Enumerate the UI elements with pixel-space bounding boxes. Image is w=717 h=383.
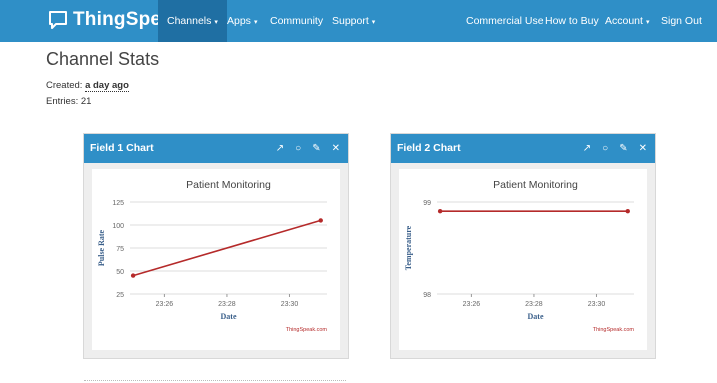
field-1-panel: Field 1 Chart ↗ ○ ✎ ✕ Patient Monitoring… (83, 133, 349, 359)
field-2-panel-title: Field 2 Chart (397, 142, 461, 154)
chevron-down-icon: ▾ (371, 19, 376, 26)
y-tick-label: 75 (116, 246, 124, 253)
y-tick-label: 125 (112, 200, 124, 207)
y-tick-label: 25 (116, 292, 124, 299)
x-tick-label: 23:26 (156, 301, 174, 308)
nav-channels-label: Channels (167, 15, 212, 27)
nav-commercial-use[interactable]: Commercial Use (466, 0, 544, 42)
y-axis-label: Pulse Rate (97, 229, 106, 266)
field-2-panel: Field 2 Chart ↗ ○ ✎ ✕ Patient Monitoring… (390, 133, 656, 359)
field-1-panel-header: Field 1 Chart ↗ ○ ✎ ✕ (84, 134, 348, 163)
nav-commercial-use-label: Commercial Use (466, 15, 544, 27)
entries-count: Entries: 21 (46, 96, 92, 107)
field-2-chart-area: Patient Monitoring 98 99 23:26 23:28 23:30 Dat… (399, 169, 647, 350)
created-label: Created: (46, 80, 83, 91)
nav-support-label: Support (332, 15, 369, 27)
nav-apps-label: Apps (227, 15, 251, 27)
x-tick-label: 23:28 (218, 301, 236, 308)
pencil-icon[interactable]: ✎ (312, 143, 320, 154)
top-navbar: ThingSpeak ™ Channels▾ Apps▾ Community S… (0, 0, 717, 42)
chevron-down-icon: ▾ (253, 19, 258, 26)
x-axis-label: Date (221, 312, 237, 321)
close-icon[interactable]: ✕ (639, 143, 647, 154)
nav-community-label: Community (270, 15, 324, 27)
field-1-panel-tools: ↗ ○ ✎ ✕ (276, 134, 340, 163)
y-tick-label: 99 (423, 200, 431, 207)
nav-sign-out-label: Sign Out (661, 15, 702, 27)
field-2-chart: Patient Monitoring 98 99 23:26 23:28 23:30 Dat… (404, 179, 635, 333)
x-axis-label: Date (528, 312, 544, 321)
comment-icon[interactable]: ○ (602, 143, 608, 154)
field-2-panel-tools: ↗ ○ ✎ ✕ (583, 134, 647, 163)
x-tick-label: 23:26 (463, 301, 481, 308)
created-value: a day ago (85, 80, 129, 92)
nav-sign-out[interactable]: Sign Out (661, 0, 702, 42)
x-tick-label: 23:28 (525, 301, 543, 308)
y-axis-label: Temperature (404, 225, 413, 270)
data-point (318, 218, 323, 223)
pencil-icon[interactable]: ✎ (619, 143, 627, 154)
field-2-panel-header: Field 2 Chart ↗ ○ ✎ ✕ (391, 134, 655, 163)
data-point (437, 209, 443, 214)
x-tick-label: 23:30 (588, 301, 606, 308)
nav-channels[interactable]: Channels ▾ (158, 0, 227, 42)
close-icon[interactable]: ✕ (332, 143, 340, 154)
nav-account[interactable]: Account ▾ (605, 0, 649, 42)
nav-how-to-buy-label: How to Buy (545, 15, 599, 27)
y-tick-label: 100 (112, 223, 124, 230)
chevron-down-icon: ▾ (214, 19, 218, 26)
y-tick-label: 50 (116, 269, 124, 276)
comment-icon[interactable]: ○ (295, 143, 301, 154)
nav-community[interactable]: Community (270, 0, 323, 42)
nav-apps[interactable]: Apps ▾ (227, 0, 257, 42)
field-1-panel-title: Field 1 Chart (90, 142, 154, 154)
divider (84, 380, 346, 381)
page-title: Channel Stats (46, 49, 160, 69)
chart-credit: ThingSpeak.com (286, 327, 328, 333)
data-point (130, 273, 136, 278)
nav-account-label: Account (605, 15, 643, 27)
chevron-down-icon: ▾ (645, 19, 650, 26)
external-link-icon[interactable]: ↗ (276, 143, 284, 154)
chart-credit: ThingSpeak.com (593, 327, 635, 333)
chart-title: Patient Monitoring (186, 179, 271, 191)
speech-bubble-icon (49, 11, 67, 29)
x-tick-label: 23:30 (281, 301, 299, 308)
nav-support[interactable]: Support ▾ (332, 0, 375, 42)
external-link-icon[interactable]: ↗ (583, 143, 591, 154)
data-point (625, 209, 630, 214)
chart-title: Patient Monitoring (493, 179, 578, 191)
field-1-chart-area: Patient Monitoring 25 50 75 100 125 23:26 23:28… (92, 169, 340, 350)
created-line: Created: a day ago (46, 80, 129, 92)
field-1-chart: Patient Monitoring 25 50 75 100 125 23:26 23:28… (97, 179, 328, 333)
nav-how-to-buy[interactable]: How to Buy (545, 0, 599, 42)
y-tick-label: 98 (423, 292, 431, 299)
